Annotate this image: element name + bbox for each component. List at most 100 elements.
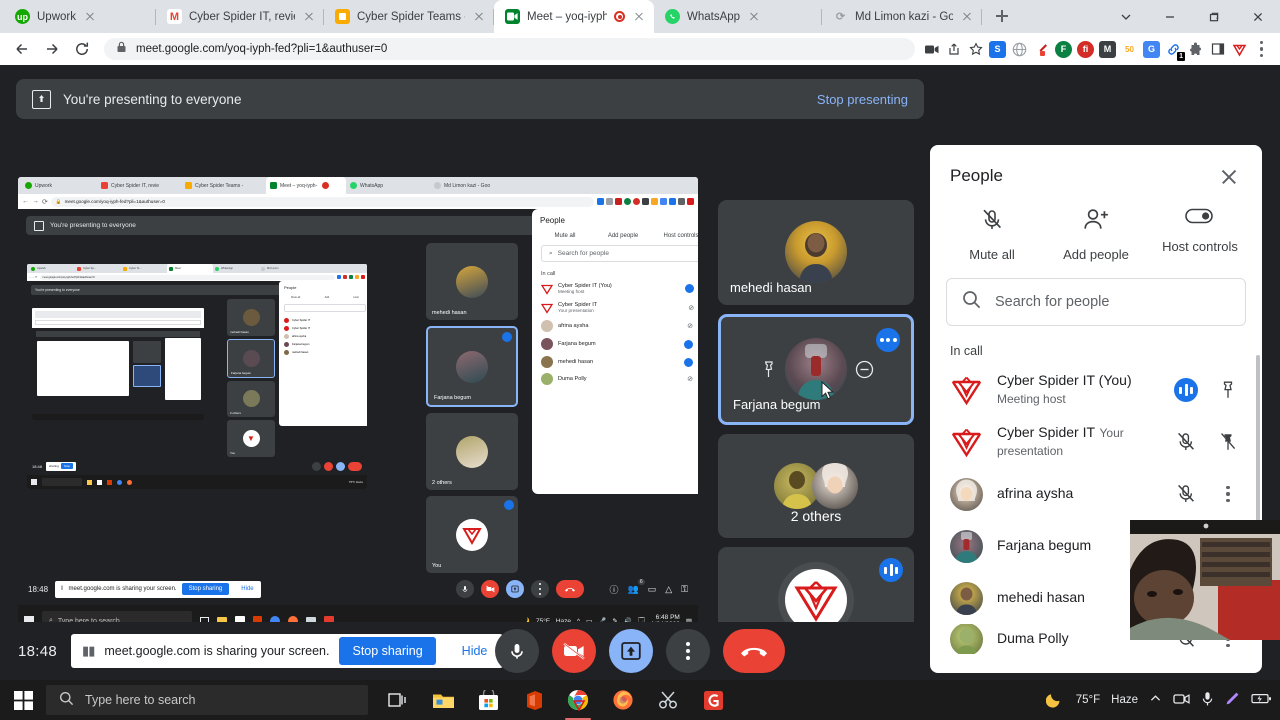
browser-tab-whatsapp[interactable]: WhatsApp (654, 0, 822, 33)
close-tab-button[interactable] (960, 10, 974, 24)
close-icon[interactable] (1236, 0, 1280, 33)
video-tile-mehedi-hasan[interactable]: mehedi hasan (718, 200, 914, 305)
nested-person-name: afrina aysha (558, 323, 682, 329)
participant-row[interactable]: afrina aysha (936, 468, 1256, 520)
avatar (950, 426, 983, 459)
meet-clock: 18:48 (18, 643, 57, 660)
video-tile-2-others[interactable]: 2 others (718, 434, 914, 539)
share-notice-text: meet.google.com is sharing your screen. (104, 644, 329, 658)
browser-tab-gmail[interactable]: M Cyber Spider IT, review (156, 0, 324, 33)
microphone-button[interactable] (495, 629, 539, 673)
browser-tab-search[interactable]: ⟳ Md Limon kazi - Goog (822, 0, 982, 33)
l3-url: meet.google.com/yoq-iyph-fed?pli=1&authu… (40, 275, 335, 280)
close-tab-button[interactable] (632, 10, 646, 24)
ext-50-icon[interactable]: 50 (1121, 41, 1138, 58)
pin-icon[interactable] (757, 358, 779, 380)
browser-tab-meet[interactable]: Meet – yoq-iyph- (494, 0, 654, 33)
search-icon (962, 290, 981, 314)
kebab-icon (531, 580, 549, 598)
ext-eyedropper-icon[interactable] (1033, 41, 1050, 58)
video-tile-name: Farjana begum (733, 397, 820, 412)
restore-icon[interactable] (1192, 0, 1236, 33)
mouse-cursor-icon (821, 381, 834, 400)
avatar (950, 478, 983, 511)
camtasia-icon[interactable] (693, 680, 733, 720)
close-icon[interactable] (1216, 163, 1242, 189)
video-capture-icon[interactable] (923, 41, 940, 58)
microphone-icon[interactable] (1201, 691, 1214, 710)
nested-meet-bottom-bar: 18:48 ‖ meet.google.com is sharing your … (18, 573, 698, 605)
forward-icon[interactable] (38, 35, 66, 63)
ext-m-icon[interactable]: M (1099, 41, 1116, 58)
firefox-icon[interactable] (603, 680, 643, 720)
pin-icon[interactable] (1214, 376, 1242, 404)
add-people-button[interactable]: Add people (1044, 207, 1148, 262)
close-tab-button[interactable] (747, 10, 761, 24)
camera-privacy-icon[interactable] (1173, 692, 1190, 709)
browser-tab-upwork[interactable]: up Upwork (4, 0, 156, 33)
ext-translate-icon[interactable]: G (1143, 41, 1160, 58)
ext-f-icon[interactable]: F (1055, 41, 1072, 58)
share-icon[interactable] (945, 41, 962, 58)
back-icon[interactable] (8, 35, 36, 63)
chat-icon: ▭ (648, 584, 657, 595)
participant-row[interactable]: Cyber Spider IT Your presentation (936, 416, 1256, 468)
snipping-tool-icon[interactable] (648, 680, 688, 720)
browser-tab-teams[interactable]: Cyber Spider Teams - (324, 0, 494, 33)
close-tab-button[interactable] (472, 10, 486, 24)
l3-tile-name: Farjana begum (231, 371, 251, 375)
mic-icon (456, 580, 474, 598)
mute-icon[interactable] (805, 358, 827, 380)
ext-sidepanel-icon[interactable] (1209, 41, 1226, 58)
file-explorer-icon[interactable] (423, 680, 463, 720)
video-tile-farjana-begum[interactable]: Farjana begum (718, 314, 914, 425)
minimize-icon[interactable] (1148, 0, 1192, 33)
search-input[interactable] (995, 294, 1230, 310)
ext-s-icon[interactable]: S (989, 41, 1006, 58)
unpin-icon[interactable] (1214, 428, 1242, 456)
chrome-icon[interactable] (558, 680, 598, 720)
close-tab-button[interactable] (83, 10, 97, 24)
participants-filmstrip: mehedi hasan (718, 200, 914, 652)
camera-button[interactable] (552, 629, 596, 673)
nested-filmstrip: mehedi hasan Farjana begum 2 others (426, 243, 518, 573)
leave-call-button[interactable] (723, 629, 785, 673)
task-view-icon[interactable] (378, 680, 418, 720)
taskbar-search-input[interactable]: Type here to search (46, 685, 368, 715)
ext-globe-icon[interactable] (1011, 41, 1028, 58)
address-bar[interactable]: meet.google.com/yoq-iyph-fed?pli=1&authu… (104, 38, 915, 60)
tab-search-chevron-down-icon[interactable] (1104, 0, 1148, 33)
chevron-up-icon[interactable] (1149, 692, 1162, 708)
reload-icon[interactable] (68, 35, 96, 63)
ext-lastpass-icon[interactable]: fi (1077, 41, 1094, 58)
office-icon[interactable] (513, 680, 553, 720)
window-controls (1104, 0, 1280, 33)
bookmark-star-icon[interactable] (967, 41, 984, 58)
ext-spider-icon[interactable] (1231, 41, 1248, 58)
battery-icon[interactable] (1251, 692, 1272, 708)
present-button[interactable] (609, 629, 653, 673)
more-options-button[interactable] (666, 629, 710, 673)
new-tab-button[interactable] (988, 2, 1016, 30)
microsoft-store-icon[interactable] (468, 680, 508, 720)
participant-row[interactable]: Cyber Spider IT (You) Meeting host (936, 364, 1256, 416)
speaking-icon (879, 558, 903, 582)
search-box[interactable] (946, 278, 1246, 326)
extensions-puzzle-icon[interactable] (1187, 41, 1204, 58)
stop-sharing-button[interactable]: Stop sharing (339, 637, 435, 665)
mute-all-button[interactable]: Mute all (940, 207, 1044, 262)
host-controls-button[interactable]: Host controls (1148, 207, 1252, 262)
remove-icon[interactable] (853, 358, 875, 380)
windows-start-icon[interactable] (0, 680, 46, 720)
kebab-icon[interactable] (1214, 480, 1242, 508)
close-tab-button[interactable] (302, 10, 316, 24)
ext-link-icon[interactable]: 1 (1165, 41, 1182, 58)
pen-icon[interactable] (1225, 691, 1240, 709)
nested-call-controls: ⓘ 👥6 ▭ △ ⚿ (456, 580, 688, 598)
stop-presenting-link[interactable]: Stop presenting (817, 92, 908, 107)
shared-screen-stage[interactable]: Upwork Cyber Spider IT, revie Cyber Spid… (18, 177, 698, 637)
nested-host-controls: Host controls (652, 233, 698, 239)
page-title: People (950, 166, 1003, 186)
chrome-menu-icon[interactable] (1253, 41, 1270, 58)
nested-people-title: People (540, 216, 565, 225)
